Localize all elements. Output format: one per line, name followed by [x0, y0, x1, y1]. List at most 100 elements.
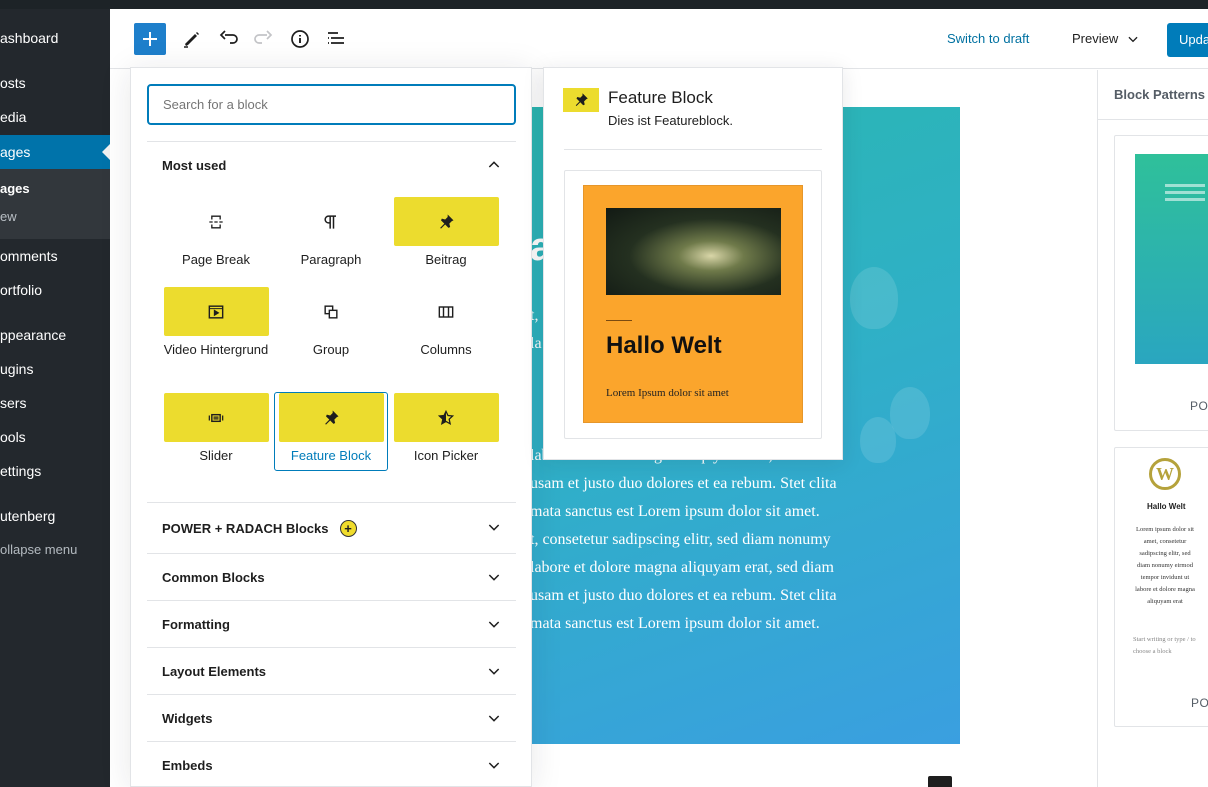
category-formatting-toggle[interactable]: Formatting [162, 617, 502, 632]
info-button[interactable] [284, 23, 316, 55]
block-columns[interactable]: Columns [391, 287, 501, 358]
pattern-label: POW [1190, 399, 1208, 413]
update-button[interactable]: Upda [1167, 23, 1208, 57]
block-label: Video Hintergrund [163, 342, 269, 357]
outline-button[interactable] [320, 23, 352, 55]
menu-gutenberg[interactable]: utenberg [0, 506, 55, 526]
current-menu-arrow [102, 144, 110, 160]
redo-button[interactable] [248, 23, 280, 55]
block-paragraph[interactable]: Paragraph [276, 197, 386, 268]
block-inserter-panel: Most used Page Break Paragraph Beitrag V… [130, 67, 532, 787]
block-label: Icon Picker [413, 448, 479, 463]
plus-circle-icon: + [339, 520, 357, 537]
admin-bar [0, 0, 1208, 9]
pin-icon [278, 393, 384, 442]
menu-posts[interactable]: osts [0, 73, 26, 93]
preview-description: Dies ist Featureblock. [608, 113, 733, 128]
most-used-title: Most used [162, 158, 227, 173]
block-group[interactable]: Group [276, 287, 386, 358]
block-label: Group [312, 342, 350, 357]
category-label: POWER + RADACH Blocks [162, 521, 329, 536]
menu-appearance[interactable]: ppearance [0, 325, 66, 345]
chevron-down-icon [488, 668, 500, 675]
category-widgets-toggle[interactable]: Widgets [162, 711, 502, 726]
add-block-button[interactable] [134, 23, 166, 55]
pencil-icon [184, 32, 199, 48]
editor-header: Switch to draft Preview Upda [110, 9, 1208, 69]
chevron-down-icon [488, 762, 500, 769]
menu-media[interactable]: edia [0, 107, 26, 127]
preview-label: Preview [1072, 31, 1119, 46]
undo-icon [219, 30, 238, 44]
category-layout-elements-toggle[interactable]: Layout Elements [162, 664, 502, 679]
feature-card-text: Lorem Ipsum dolor sit amet [606, 387, 729, 399]
category-label: Layout Elements [162, 664, 267, 679]
pattern-mini-title: Hallo Welt [1147, 502, 1186, 511]
redo-icon [254, 30, 273, 44]
block-feature-block[interactable]: Feature Block [274, 392, 388, 471]
tools-button[interactable] [176, 23, 208, 55]
pin-icon [393, 197, 499, 246]
feature-card-preview: Hallo Welt Lorem Ipsum dolor sit amet [583, 185, 803, 423]
divider [147, 502, 516, 503]
block-page-break[interactable]: Page Break [161, 197, 271, 268]
switch-to-draft-button[interactable]: Switch to draft [947, 31, 1029, 46]
most-used-toggle[interactable]: Most used [162, 158, 502, 173]
submenu-add-new[interactable]: ew [0, 208, 17, 226]
group-icon [279, 287, 384, 336]
undo-button[interactable] [212, 23, 244, 55]
columns-icon [394, 287, 499, 336]
text-line: labore et dolore magna aliquyam erat, se… [530, 559, 834, 576]
preview-button[interactable]: Preview [1072, 31, 1140, 46]
menu-settings[interactable]: ettings [0, 461, 41, 481]
info-icon [291, 30, 309, 48]
block-preview-popover: Feature Block Dies ist Featureblock. Hal… [543, 67, 843, 460]
menu-plugins[interactable]: ugins [0, 359, 33, 379]
block-search-input[interactable] [147, 84, 516, 125]
category-power-radach-toggle[interactable]: POWER + RADACH Blocks + [162, 520, 502, 537]
menu-pages[interactable]: ages [0, 135, 110, 169]
menu-portfolio[interactable]: ortfolio [0, 280, 42, 300]
text-line: usam et justo duo dolores et ea rebum. S… [530, 475, 837, 492]
list-view-icon [328, 32, 344, 44]
menu-dashboard[interactable]: ashboard [0, 28, 58, 48]
video-icon [163, 287, 269, 336]
block-icon-picker[interactable]: Icon Picker [391, 393, 501, 464]
collapse-menu[interactable]: ollapse menu [0, 540, 77, 560]
pattern-thumbnail [1135, 154, 1208, 364]
divider [564, 149, 822, 150]
preview-frame: Hallo Welt Lorem Ipsum dolor sit amet [564, 170, 822, 439]
divider [147, 647, 516, 648]
pin-icon [563, 88, 599, 112]
block-beitrag[interactable]: Beitrag [391, 197, 501, 268]
menu-comments[interactable]: omments [0, 246, 58, 266]
divider [147, 694, 516, 695]
pattern-card[interactable]: W Hallo Welt Lorem ipsum dolor sit amet,… [1114, 447, 1208, 727]
category-label: Formatting [162, 617, 230, 632]
plus-icon [143, 32, 157, 46]
block-appender-button[interactable] [928, 776, 952, 787]
block-label: Slider [199, 448, 233, 463]
chevron-down-icon [1128, 36, 1138, 42]
slider-icon [163, 393, 269, 442]
text-line: t, consetetur sadipscing elitr, sed diam… [530, 531, 831, 548]
category-embeds-toggle[interactable]: Embeds [162, 758, 502, 773]
submenu-all-pages[interactable]: ages [0, 180, 30, 198]
page-break-icon [164, 197, 269, 246]
feature-card-heading: Hallo Welt [606, 332, 722, 359]
block-slider[interactable]: Slider [161, 393, 271, 464]
menu-users[interactable]: sers [0, 393, 26, 413]
divider [147, 553, 516, 554]
divider [606, 320, 632, 321]
category-label: Common Blocks [162, 570, 265, 585]
chevron-down-icon [488, 621, 500, 628]
chevron-down-icon [488, 715, 500, 722]
divider [147, 600, 516, 601]
block-video-hintergrund[interactable]: Video Hintergrund [161, 287, 271, 358]
text-line: usam et justo duo dolores et ea rebum. S… [530, 587, 837, 604]
category-common-blocks-toggle[interactable]: Common Blocks [162, 570, 502, 585]
patterns-title: Block Patterns [1098, 70, 1208, 120]
block-label: Beitrag [425, 252, 467, 267]
pattern-card[interactable]: POW [1114, 135, 1208, 431]
menu-tools[interactable]: ools [0, 427, 26, 447]
